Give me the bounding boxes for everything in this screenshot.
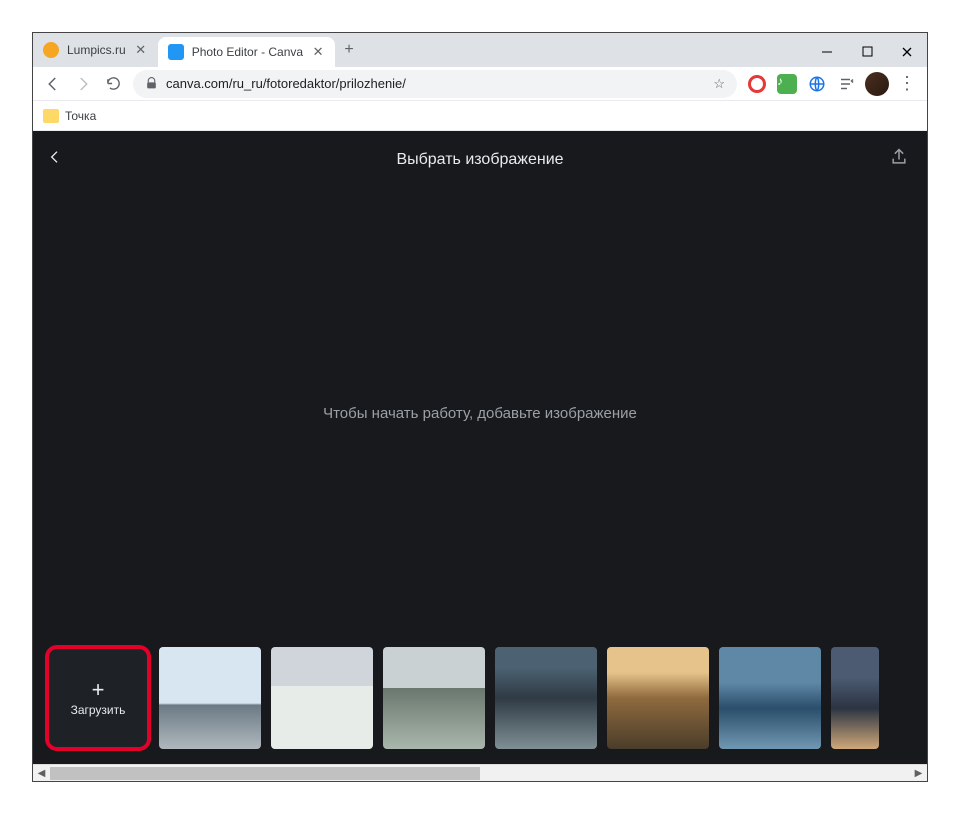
- tab-title: Lumpics.ru: [67, 43, 126, 57]
- thumbnail-sample-portrait[interactable]: [831, 647, 879, 749]
- extension-music[interactable]: ♪: [773, 70, 801, 98]
- image-tray: + Загрузить: [33, 638, 927, 764]
- arrow-left-icon: [44, 75, 62, 93]
- globe-icon: [808, 75, 826, 93]
- app-content: Выбрать изображение Чтобы начать работу,…: [33, 131, 927, 781]
- kebab-menu[interactable]: ⋮: [893, 70, 921, 98]
- horizontal-scrollbar[interactable]: ◀ ▶: [33, 764, 927, 781]
- thumbnail-sample-city-clouds[interactable]: [271, 647, 373, 749]
- share-icon: [889, 147, 909, 167]
- extension-opera[interactable]: [743, 70, 771, 98]
- titlebar: Lumpics.ru ✕ Photo Editor - Canva ✕ +: [33, 33, 927, 67]
- bookmark-item[interactable]: Точка: [43, 109, 96, 123]
- list-icon: [838, 75, 856, 93]
- thumbnail-sample-beach[interactable]: [159, 647, 261, 749]
- reload-button[interactable]: [99, 70, 127, 98]
- tab-title: Photo Editor - Canva: [192, 45, 303, 59]
- close-icon: [901, 46, 913, 58]
- new-tab-button[interactable]: +: [335, 36, 363, 64]
- thumbnail-sample-desert-road[interactable]: [607, 647, 709, 749]
- profile-avatar[interactable]: [863, 70, 891, 98]
- bookmark-label: Точка: [65, 109, 96, 123]
- forward-button[interactable]: [69, 70, 97, 98]
- favicon-lumpics: [43, 42, 59, 58]
- tab-lumpics[interactable]: Lumpics.ru ✕: [33, 33, 158, 67]
- app-header: Выбрать изображение: [33, 131, 927, 189]
- url-text: canva.com/ru_ru/fotoredaktor/prilozhenie…: [166, 76, 705, 91]
- minimize-button[interactable]: [807, 38, 847, 66]
- chevron-left-icon: [47, 149, 63, 165]
- window-controls: [807, 33, 927, 67]
- favicon-canva: [168, 44, 184, 60]
- app-back-button[interactable]: [47, 149, 63, 165]
- upload-label: Загрузить: [71, 703, 126, 717]
- page-title: Выбрать изображение: [396, 151, 563, 169]
- thumbnail-sample-field[interactable]: [383, 647, 485, 749]
- lock-icon: [145, 77, 158, 90]
- close-window-button[interactable]: [887, 38, 927, 66]
- browser-window: Lumpics.ru ✕ Photo Editor - Canva ✕ +: [32, 32, 928, 782]
- folder-icon: [43, 109, 59, 123]
- bookmarks-bar: Точка: [33, 101, 927, 131]
- extension-globe[interactable]: [803, 70, 831, 98]
- plus-icon: +: [92, 679, 105, 701]
- canvas-area: Чтобы начать работу, добавьте изображени…: [33, 189, 927, 638]
- tab-canva[interactable]: Photo Editor - Canva ✕: [158, 37, 335, 67]
- placeholder-text: Чтобы начать работу, добавьте изображени…: [323, 405, 637, 422]
- thumbnail-sample-mountain-lake[interactable]: [495, 647, 597, 749]
- scroll-thumb[interactable]: [50, 767, 480, 780]
- minimize-icon: [821, 46, 833, 58]
- close-icon[interactable]: ✕: [311, 45, 325, 59]
- arrow-right-icon: [74, 75, 92, 93]
- star-icon[interactable]: ☆: [713, 76, 725, 92]
- maximize-icon: [862, 46, 873, 57]
- share-button[interactable]: [889, 147, 909, 167]
- reload-icon: [105, 75, 122, 92]
- avatar-icon: [865, 72, 889, 96]
- maximize-button[interactable]: [847, 38, 887, 66]
- scroll-left-arrow[interactable]: ◀: [33, 765, 50, 782]
- address-bar: canva.com/ru_ru/fotoredaktor/prilozhenie…: [33, 67, 927, 101]
- reading-list-icon[interactable]: [833, 70, 861, 98]
- back-button[interactable]: [39, 70, 67, 98]
- omnibox[interactable]: canva.com/ru_ru/fotoredaktor/prilozhenie…: [133, 70, 737, 98]
- upload-button[interactable]: + Загрузить: [47, 647, 149, 749]
- scroll-right-arrow[interactable]: ▶: [910, 765, 927, 782]
- close-icon[interactable]: ✕: [134, 43, 148, 57]
- thumbnail-sample-surf[interactable]: [719, 647, 821, 749]
- scroll-track[interactable]: [50, 765, 910, 782]
